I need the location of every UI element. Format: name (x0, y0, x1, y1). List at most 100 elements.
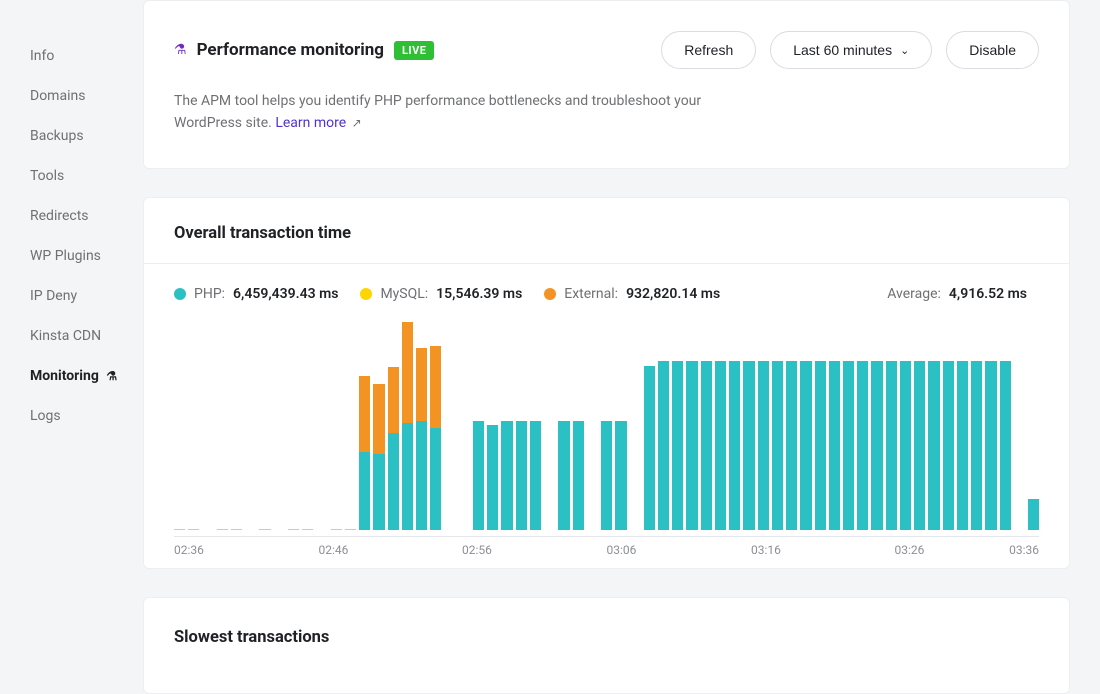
chart-bar[interactable] (871, 322, 882, 530)
chart-bar[interactable] (715, 322, 726, 530)
dot-icon-external (544, 288, 556, 300)
sidebar-item-wp-plugins[interactable]: WP Plugins (30, 236, 143, 276)
chart-bar[interactable] (430, 322, 441, 530)
axis-tick: 03:36 (1009, 543, 1039, 557)
legend-value: 15,546.39 ms (436, 286, 522, 302)
axis-tick: 03:26 (895, 543, 925, 557)
chart-bar[interactable] (857, 322, 868, 530)
legend-label: MySQL: (380, 286, 428, 302)
external-link-icon: ↗ (352, 116, 362, 130)
sidebar-item-backups[interactable]: Backups (30, 116, 143, 156)
chart-bar[interactable] (886, 322, 897, 530)
chart-bar[interactable] (658, 322, 669, 530)
slowest-title: Slowest transactions (174, 628, 1039, 647)
chart-bar[interactable] (402, 322, 413, 530)
chart-bar[interactable] (530, 322, 541, 530)
chart-bar[interactable] (758, 322, 769, 530)
chart-bar[interactable] (416, 322, 427, 530)
chart-bar[interactable] (573, 322, 584, 530)
chart-bar[interactable] (444, 322, 455, 530)
learn-more-link[interactable]: Learn more (275, 115, 346, 131)
dot-icon-mysql (360, 288, 372, 300)
chart-bar[interactable] (843, 322, 854, 530)
chart-bar[interactable] (815, 322, 826, 530)
chart-bar[interactable] (686, 322, 697, 530)
chart-bar[interactable] (1014, 322, 1025, 530)
chart-bar[interactable] (501, 322, 512, 530)
slowest-transactions-card: Slowest transactions (143, 597, 1070, 694)
axis-tick: 03:06 (607, 543, 637, 557)
chart-bar[interactable] (615, 322, 626, 530)
chart-bar[interactable] (701, 322, 712, 530)
axis-tick: 03:16 (751, 543, 781, 557)
chart-bar[interactable] (829, 322, 840, 530)
chart-bar[interactable] (601, 322, 612, 530)
chart-bar[interactable] (217, 322, 228, 530)
chart-bar[interactable] (587, 322, 598, 530)
chart-bar[interactable] (331, 322, 342, 530)
chart-bar[interactable] (231, 322, 242, 530)
chart-bar[interactable] (729, 322, 740, 530)
chart-bar[interactable] (302, 322, 313, 530)
chart-bar[interactable] (359, 322, 370, 530)
chart-bar[interactable] (473, 322, 484, 530)
chart-bar[interactable] (971, 322, 982, 530)
chart-bar[interactable] (928, 322, 939, 530)
sidebar-item-ip-deny[interactable]: IP Deny (30, 276, 143, 316)
axis-tick: 02:36 (174, 543, 204, 557)
sidebar-item-logs[interactable]: Logs (30, 396, 143, 436)
chart-bar[interactable] (202, 322, 213, 530)
chart-bar[interactable] (743, 322, 754, 530)
chart-bar[interactable] (800, 322, 811, 530)
chart-bar[interactable] (345, 322, 356, 530)
chart-legend: PHP: 6,459,439.43 ms MySQL: 15,546.39 ms… (174, 286, 1039, 302)
chart-bar[interactable] (672, 322, 683, 530)
chart-bar[interactable] (957, 322, 968, 530)
chart-bar[interactable] (274, 322, 285, 530)
chart-bar[interactable] (544, 322, 555, 530)
time-range-dropdown[interactable]: Last 60 minutes ⌄ (770, 31, 932, 69)
sidebar-item-label: Monitoring (30, 368, 99, 384)
chart-bar[interactable] (1028, 322, 1039, 530)
legend-label: Average: (887, 286, 941, 302)
sidebar-nav: Info Domains Backups Tools Redirects WP … (0, 0, 143, 633)
sidebar-item-info[interactable]: Info (30, 36, 143, 76)
chart-bar[interactable] (516, 322, 527, 530)
chart-bar[interactable] (487, 322, 498, 530)
chart-bar[interactable] (388, 322, 399, 530)
chart-bar[interactable] (316, 322, 327, 530)
legend-label: PHP: (194, 286, 225, 302)
sidebar-item-monitoring[interactable]: Monitoring ⚗ (30, 356, 143, 396)
chart-bar[interactable] (1000, 322, 1011, 530)
refresh-button[interactable]: Refresh (661, 31, 756, 69)
chart-bar[interactable] (644, 322, 655, 530)
sidebar-item-redirects[interactable]: Redirects (30, 196, 143, 236)
flask-icon: ⚗ (174, 42, 187, 58)
chart-plot-area (174, 322, 1039, 530)
chart-bar[interactable] (188, 322, 199, 530)
chart-bar[interactable] (985, 322, 996, 530)
sidebar-item-domains[interactable]: Domains (30, 76, 143, 116)
subtext-body: The APM tool helps you identify PHP perf… (174, 93, 701, 131)
sidebar-item-tools[interactable]: Tools (30, 156, 143, 196)
chart-bar[interactable] (459, 322, 470, 530)
chart-bar[interactable] (373, 322, 384, 530)
chart-bar[interactable] (558, 322, 569, 530)
chart-bar[interactable] (772, 322, 783, 530)
chart-bar[interactable] (943, 322, 954, 530)
chart-bar[interactable] (786, 322, 797, 530)
sidebar-item-kinsta-cdn[interactable]: Kinsta CDN (30, 316, 143, 356)
legend-average: Average: 4,916.52 ms (887, 286, 1027, 302)
live-badge: LIVE (394, 41, 435, 60)
chart-bar[interactable] (288, 322, 299, 530)
disable-button[interactable]: Disable (946, 31, 1039, 69)
chart-bar[interactable] (900, 322, 911, 530)
axis-tick: 02:46 (318, 543, 348, 557)
chart-bar[interactable] (914, 322, 925, 530)
chart-bar[interactable] (630, 322, 641, 530)
chart-bar[interactable] (259, 322, 270, 530)
legend-external: External: 932,820.14 ms (544, 286, 720, 302)
legend-value: 6,459,439.43 ms (233, 286, 338, 302)
chart-bar[interactable] (245, 322, 256, 530)
chart-bar[interactable] (174, 322, 185, 530)
